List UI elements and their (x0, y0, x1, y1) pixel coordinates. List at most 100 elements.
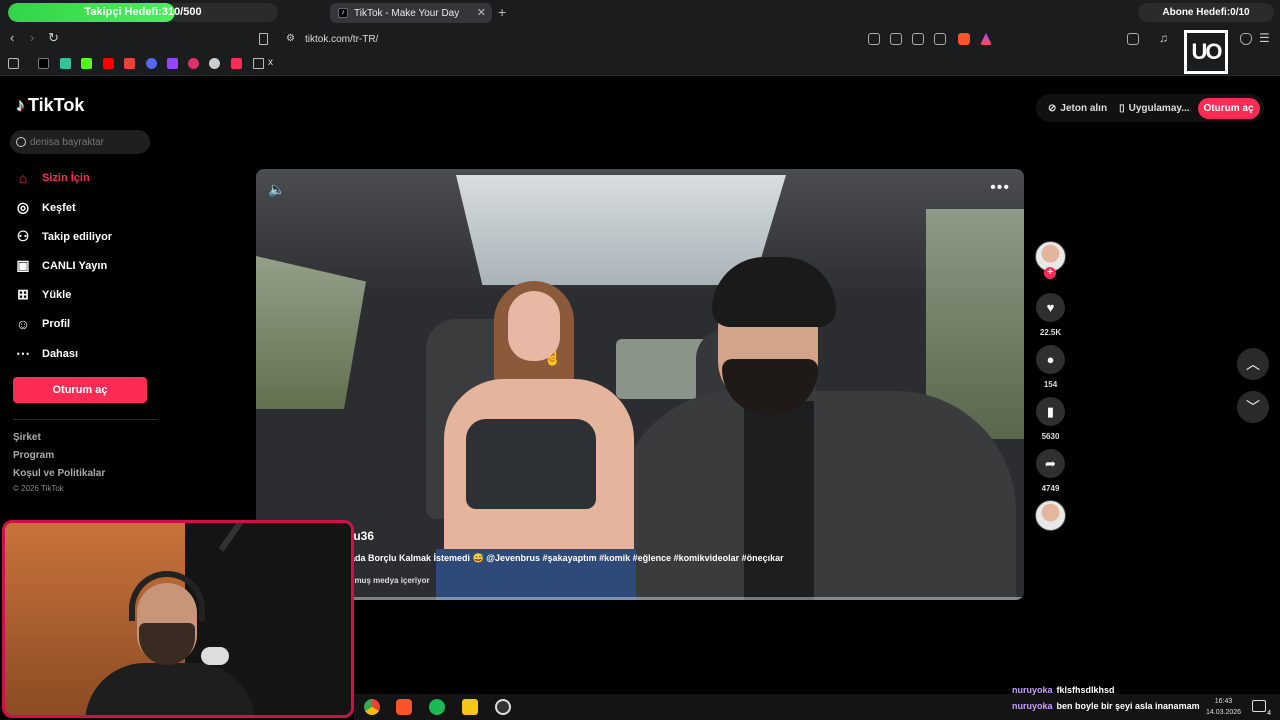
brave-shields-icon[interactable] (958, 33, 970, 45)
share-button[interactable]: ➦ (1036, 449, 1065, 478)
music-icon[interactable]: ♫ (1159, 31, 1168, 45)
footer-company-link[interactable]: Şirket (13, 432, 41, 443)
chatgpt-icon[interactable] (60, 58, 71, 69)
brave-icon[interactable] (396, 699, 412, 715)
header-login-button[interactable]: Oturum aç (1197, 97, 1260, 119)
bookmark-site-2-icon[interactable] (231, 58, 242, 69)
cast-icon[interactable] (912, 33, 924, 45)
youtube-icon[interactable] (103, 58, 114, 69)
previous-video-button[interactable]: ︿ (1237, 348, 1269, 380)
chat-text: fklsfhsdlkhsd (1056, 685, 1115, 695)
video-frame-person (744, 401, 814, 600)
hand-cursor-icon: ☝ (544, 350, 562, 366)
video-frame-person (616, 391, 1016, 600)
spotify-icon[interactable] (429, 699, 445, 715)
shield-icon[interactable] (1240, 33, 1252, 45)
back-icon[interactable]: ‹ (10, 30, 14, 45)
video-caption: ada Borçlu Kalmak İstemedi 😅 @Jevenbrus … (350, 553, 784, 563)
bookmark-icon[interactable] (259, 33, 268, 45)
heart-icon: ♥ (1046, 300, 1055, 315)
sidebar-item-following[interactable]: ⚇ Takip ediliyor (14, 228, 112, 245)
sound-avatar[interactable] (1035, 500, 1066, 531)
bookmark-icon: ▮ (1046, 403, 1055, 419)
sidebar-item-label: Profil (42, 318, 71, 330)
bookmark-site-icon[interactable] (209, 58, 220, 69)
system-clock[interactable]: 16:43 14.03.2026 (1206, 696, 1241, 718)
get-app-button[interactable]: ▯ Uygulamay... (1115, 103, 1193, 114)
browser-tab-tiktok[interactable]: ♪ TikTok - Make Your Day ✕ (330, 3, 492, 23)
chat-username: nuruyoka (1012, 685, 1053, 695)
bookmark-folder-label[interactable]: x (268, 57, 273, 68)
menu-icon[interactable]: ☰ (1259, 31, 1270, 45)
subscriber-goal-bar: Abone Hedefi:0/10 (1138, 3, 1274, 22)
folder-icon[interactable] (253, 58, 264, 69)
discord-icon[interactable] (146, 58, 157, 69)
comment-button[interactable]: ● (1036, 345, 1065, 374)
reload-icon[interactable]: ↻ (48, 30, 59, 46)
sidebar-item-label: CANLI Yayın (42, 259, 108, 272)
new-tab-button[interactable]: + (498, 4, 506, 20)
sidebar-item-label: Yükle (42, 288, 72, 301)
instagram-icon[interactable] (188, 58, 199, 69)
more-options-icon[interactable]: ••• (990, 179, 1010, 197)
notification-count: 4 (1267, 710, 1271, 717)
top-actions: ⊘ Jeton alın ▯ Uygulamay... Oturum aç (1036, 94, 1264, 122)
forward-icon[interactable]: › (30, 30, 34, 45)
share-icon[interactable] (934, 33, 946, 45)
reader-icon[interactable] (890, 33, 902, 45)
like-button[interactable]: ♥ (1036, 293, 1065, 322)
profile-icon: ☺ (15, 316, 31, 332)
sidebar-item-more[interactable]: ⋯ Dahası (14, 345, 78, 362)
footer-terms-link[interactable]: Koşul ve Politikalar (13, 468, 105, 479)
sidebar-item-label: Dahası (42, 347, 79, 360)
sidebar-item-explore[interactable]: ◎ Keşfet (14, 199, 76, 216)
gmail-icon[interactable] (124, 58, 135, 69)
kick-icon[interactable] (81, 58, 92, 69)
chat-text: ben boyle bir şeyi asla inanamam (1056, 701, 1200, 711)
site-settings-icon[interactable]: ⚙ (286, 33, 295, 44)
more-icon: ⋯ (16, 345, 30, 361)
notification-icon[interactable]: 4 (1252, 700, 1271, 717)
volume-icon[interactable]: 🔈 (268, 181, 285, 198)
chat-message: nuruyoka fklsfhsdlkhsd (1012, 685, 1115, 695)
x-icon[interactable] (38, 58, 49, 69)
search-icon (16, 137, 26, 147)
follow-plus-icon[interactable]: + (1044, 267, 1056, 279)
video-frame-person (466, 419, 596, 509)
following-icon: ⚇ (16, 228, 30, 244)
copyright-text: © 2026 TikTok (13, 484, 64, 493)
bookmarks-bar: x (0, 52, 1280, 76)
tiktok-logo-text: TikTok (28, 95, 85, 115)
chrome-icon[interactable] (364, 699, 380, 715)
search-box[interactable] (10, 130, 150, 154)
sidebar-icon[interactable] (1127, 33, 1139, 45)
search-input[interactable] (30, 136, 140, 148)
sidebar-item-profile[interactable]: ☺ Profil (14, 316, 70, 332)
microphone (201, 647, 229, 665)
next-video-button[interactable]: ﹀ (1237, 391, 1269, 423)
obs-icon[interactable] (495, 699, 511, 715)
share-count: 4749 (1041, 484, 1060, 493)
video-progress-bar[interactable] (256, 597, 1024, 600)
files-icon[interactable] (462, 699, 478, 715)
tiktok-logo[interactable]: ♪ TikTok (16, 95, 84, 116)
get-coins-button[interactable]: ⊘ Jeton alın (1044, 103, 1111, 114)
chat-message: nuruyoka ben boyle bir şeyi asla inanamam (1012, 701, 1200, 711)
apps-icon[interactable] (8, 58, 19, 69)
login-button[interactable]: Oturum aç (13, 377, 147, 403)
sidebar-item-for-you[interactable]: ⌂ Sizin İçin (14, 170, 90, 186)
browser-addressbar: ‹ › ↻ ⚙ tiktok.com/tr-TR/ ♫ ☰ (0, 26, 1280, 52)
video-player[interactable]: 🔈 ••• lu36 ada Borçlu Kalmak İstemedi 😅 … (256, 169, 1024, 600)
save-button[interactable]: ▮ (1036, 397, 1065, 426)
twitch-icon[interactable] (167, 58, 178, 69)
close-icon[interactable]: ✕ (477, 6, 486, 19)
sidebar-item-upload[interactable]: ⊞ Yükle (14, 286, 71, 303)
home-icon: ⌂ (18, 170, 28, 186)
sidebar-item-live[interactable]: ▣ CANLI Yayın (14, 257, 107, 274)
webcam-overlay (2, 520, 354, 718)
ai-content-label: ılmuş medya içeriyor (350, 576, 430, 585)
share-icon: ➦ (1045, 455, 1056, 471)
footer-program-link[interactable]: Program (13, 450, 54, 461)
translate-icon[interactable] (868, 33, 880, 45)
tiktok-icon: ♪ (16, 95, 25, 115)
